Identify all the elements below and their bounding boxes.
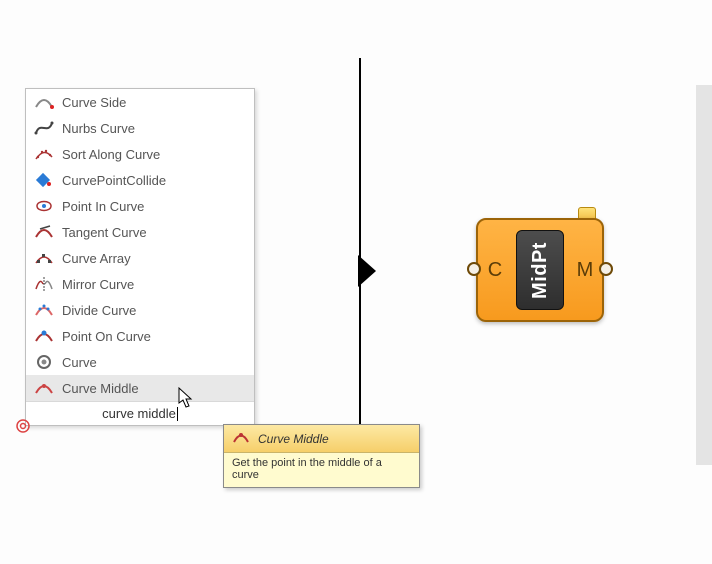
menu-item-curve-point-collide[interactable]: CurvePointCollide <box>26 167 254 193</box>
canvas-divider-arrow <box>358 255 376 287</box>
menu-item-mirror-curve[interactable]: Mirror Curve <box>26 271 254 297</box>
menu-item-label: Point On Curve <box>62 329 151 344</box>
menu-item-label: Mirror Curve <box>62 277 134 292</box>
menu-item-curve-array[interactable]: Curve Array <box>26 245 254 271</box>
curve-icon <box>32 352 56 372</box>
tooltip-body: Get the point in the middle of a curve <box>224 453 419 487</box>
menu-item-label: Tangent Curve <box>62 225 147 240</box>
node-input-port[interactable] <box>467 262 481 276</box>
menu-item-curve-side[interactable]: Curve Side <box>26 89 254 115</box>
menu-item-point-on-curve[interactable]: Point On Curve <box>26 323 254 349</box>
tooltip-header: Curve Middle <box>224 425 419 453</box>
menu-item-nurbs-curve[interactable]: Nurbs Curve <box>26 115 254 141</box>
component-tooltip: Curve Middle Get the point in the middle… <box>223 424 420 488</box>
search-input-text: curve middle <box>102 406 176 421</box>
sort-along-curve-icon <box>32 144 56 164</box>
menu-item-point-in-curve[interactable]: Point In Curve <box>26 193 254 219</box>
menu-item-label: Nurbs Curve <box>62 121 135 136</box>
menu-item-curve-middle[interactable]: Curve Middle <box>26 375 254 401</box>
tooltip-title: Curve Middle <box>258 432 329 446</box>
menu-item-label: Divide Curve <box>62 303 136 318</box>
menu-item-tangent-curve[interactable]: Tangent Curve <box>26 219 254 245</box>
menu-item-label: Curve Array <box>62 251 131 266</box>
menu-item-label: Curve Middle <box>62 381 139 396</box>
curve-middle-icon <box>32 378 56 398</box>
node-body[interactable]: C MidPt M <box>476 218 604 322</box>
menu-item-divide-curve[interactable]: Divide Curve <box>26 297 254 323</box>
menu-item-label: Curve Side <box>62 95 126 110</box>
curve-middle-icon <box>232 429 250 448</box>
component-search-menu[interactable]: Curve Side Nurbs Curve Sort Along Curve … <box>25 88 255 426</box>
menu-item-curve[interactable]: Curve <box>26 349 254 375</box>
menu-item-label: Point In Curve <box>62 199 144 214</box>
menu-item-label: Sort Along Curve <box>62 147 160 162</box>
text-caret <box>177 407 178 421</box>
node-title: MidPt <box>529 242 552 299</box>
point-in-curve-icon <box>32 196 56 216</box>
divide-curve-icon <box>32 300 56 320</box>
node-curve-middle[interactable]: C MidPt M <box>476 218 604 322</box>
right-scroll-strip[interactable] <box>696 85 712 465</box>
menu-item-label: Curve <box>62 355 97 370</box>
nurbs-curve-icon <box>32 118 56 138</box>
node-input-label[interactable]: C <box>478 220 512 320</box>
menu-item-label: CurvePointCollide <box>62 173 166 188</box>
curve-side-icon <box>32 92 56 112</box>
node-output-label[interactable]: M <box>568 220 602 320</box>
tangent-curve-icon <box>32 222 56 242</box>
curve-point-collide-icon <box>32 170 56 190</box>
search-input-row[interactable]: curve middle <box>26 401 254 425</box>
node-output-port[interactable] <box>599 262 613 276</box>
target-glyph-icon <box>15 418 31 434</box>
node-title-band: MidPt <box>516 230 564 310</box>
curve-array-icon <box>32 248 56 268</box>
mirror-curve-icon <box>32 274 56 294</box>
point-on-curve-icon <box>32 326 56 346</box>
menu-item-sort-along-curve[interactable]: Sort Along Curve <box>26 141 254 167</box>
